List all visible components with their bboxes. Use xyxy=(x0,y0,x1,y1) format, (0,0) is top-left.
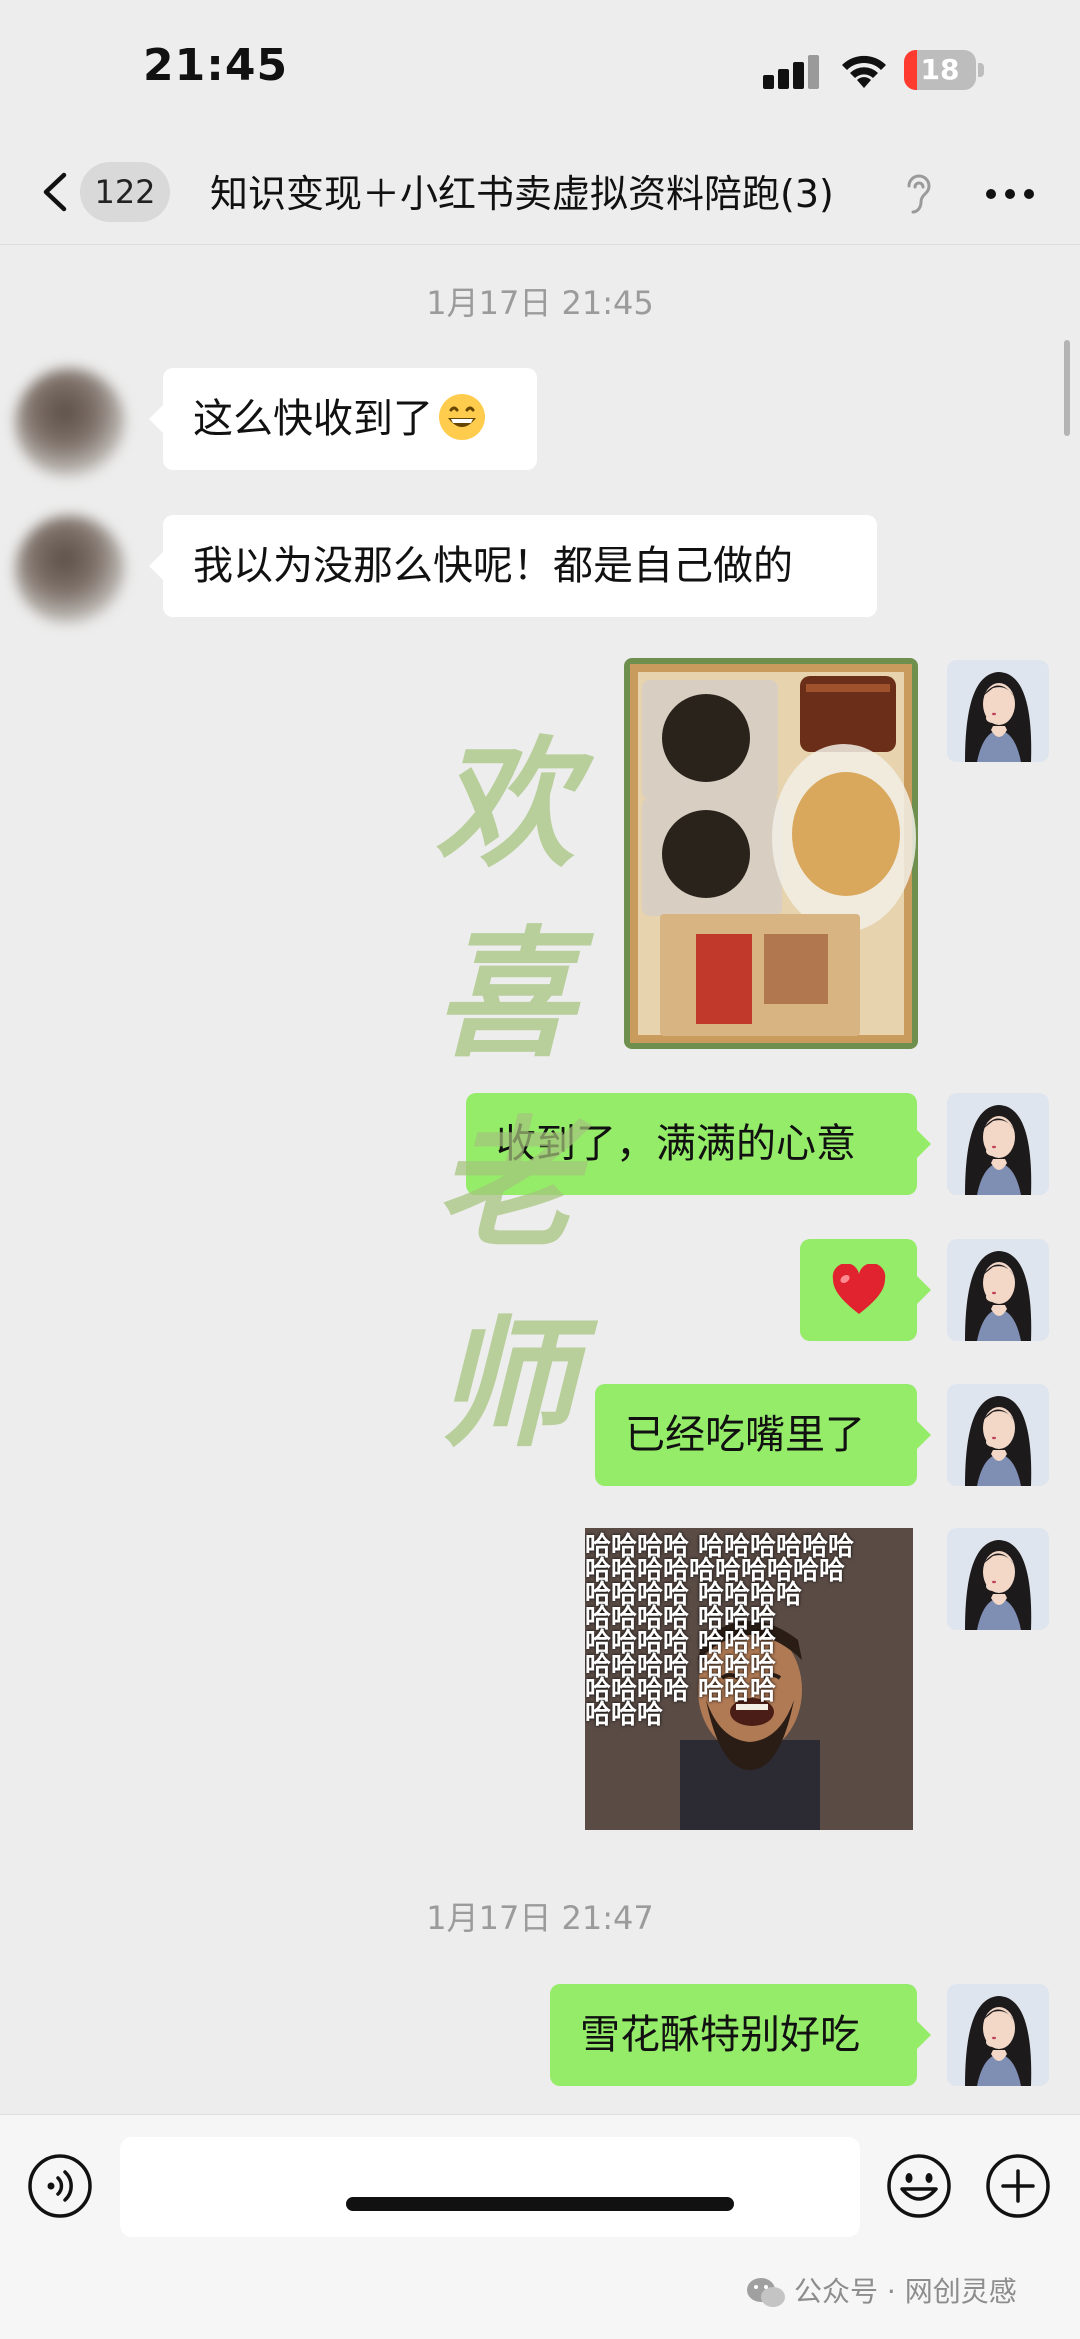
watermark-char: 喜 xyxy=(434,913,575,1077)
wechat-mark-text: 公众号 · 网创灵感 xyxy=(794,2275,1017,2308)
message-text: 这么快收到了 xyxy=(193,396,433,442)
battery-icon: 18 xyxy=(904,50,984,90)
emoji-icon[interactable] xyxy=(886,2153,952,2219)
sticker-message[interactable]: 哈哈哈哈 哈哈哈哈哈哈 哈哈哈哈哈哈哈哈哈哈 哈哈哈哈 哈哈哈哈 哈哈哈哈 哈哈哈 哈哈… xyxy=(585,1528,913,1830)
avatar[interactable] xyxy=(947,1239,1049,1341)
more-options-button[interactable] xyxy=(980,170,1040,216)
gift-box-photo xyxy=(624,658,918,1049)
message-timestamp: 1月17日 21:47 xyxy=(426,1899,654,1937)
more-icon xyxy=(986,189,996,199)
grinning-emoji-icon xyxy=(439,394,485,440)
home-indicator[interactable] xyxy=(346,2197,734,2211)
avatar[interactable] xyxy=(947,1528,1049,1630)
wechat-logo-icon xyxy=(747,2278,785,2307)
avatar[interactable] xyxy=(947,1384,1049,1486)
message-text: 收到了，满满的心意 xyxy=(496,1121,856,1167)
unread-count-badge: 122 xyxy=(80,162,170,222)
group-name: 知识变现＋小红书卖虚拟资料陪跑 xyxy=(210,172,781,216)
message-text: 雪花酥特别好吃 xyxy=(580,2012,860,2058)
photo-message[interactable] xyxy=(624,658,918,1049)
sticker-caption: 哈哈哈哈 哈哈哈哈哈哈 哈哈哈哈哈哈哈哈哈哈 哈哈哈哈 哈哈哈哈 哈哈哈哈 哈哈哈 哈哈… xyxy=(585,1528,913,1830)
watermark-char: 师 xyxy=(434,1303,575,1467)
chat-header: 122 知识变现＋小红书卖虚拟资料陪跑(3) xyxy=(0,140,1080,245)
message-bubble-outgoing[interactable]: 已经吃嘴里了 xyxy=(595,1384,931,1486)
avatar[interactable] xyxy=(947,1984,1049,2086)
message-timestamp: 1月17日 21:45 xyxy=(426,284,654,322)
message-bubble-outgoing[interactable] xyxy=(800,1239,931,1341)
message-bubble-incoming[interactable]: 这么快收到了 xyxy=(149,368,537,470)
ear-icon xyxy=(907,174,931,214)
scrollbar[interactable] xyxy=(1064,340,1070,436)
member-count: (3) xyxy=(780,172,834,216)
message-bubble-outgoing[interactable]: 收到了，满满的心意 xyxy=(466,1093,931,1195)
voice-icon[interactable] xyxy=(27,2153,93,2219)
message-bubble-outgoing[interactable]: 雪花酥特别好吃 xyxy=(550,1984,931,2086)
message-input[interactable] xyxy=(120,2137,860,2237)
avatar[interactable] xyxy=(947,1093,1049,1195)
status-time: 21:45 xyxy=(143,40,289,91)
avatar[interactable] xyxy=(15,368,125,478)
plus-icon[interactable] xyxy=(985,2153,1051,2219)
heart-icon xyxy=(832,1264,885,1314)
avatar[interactable] xyxy=(947,660,1049,762)
watermark-char: 欢 xyxy=(434,723,575,887)
back-chevron-icon xyxy=(43,172,67,212)
status-bar: 21:45 18 xyxy=(0,0,1080,140)
sticker-caption-line: 哈哈哈 xyxy=(585,1700,664,1730)
chat-title[interactable]: 知识变现＋小红书卖虚拟资料陪跑(3) xyxy=(210,166,900,222)
wechat-account-watermark: 公众号 · 网创灵感 xyxy=(746,2272,1017,2312)
signal-icon xyxy=(763,55,821,89)
message-text: 我以为没那么快呢！都是自己做的 xyxy=(193,543,793,589)
message-text: 已经吃嘴里了 xyxy=(625,1412,865,1458)
battery-percent: 18 xyxy=(920,53,960,86)
avatar[interactable] xyxy=(15,515,125,625)
wifi-icon xyxy=(842,55,886,88)
back-button[interactable]: 122 xyxy=(30,160,170,224)
message-bubble-incoming[interactable]: 我以为没那么快呢！都是自己做的 xyxy=(149,515,877,617)
